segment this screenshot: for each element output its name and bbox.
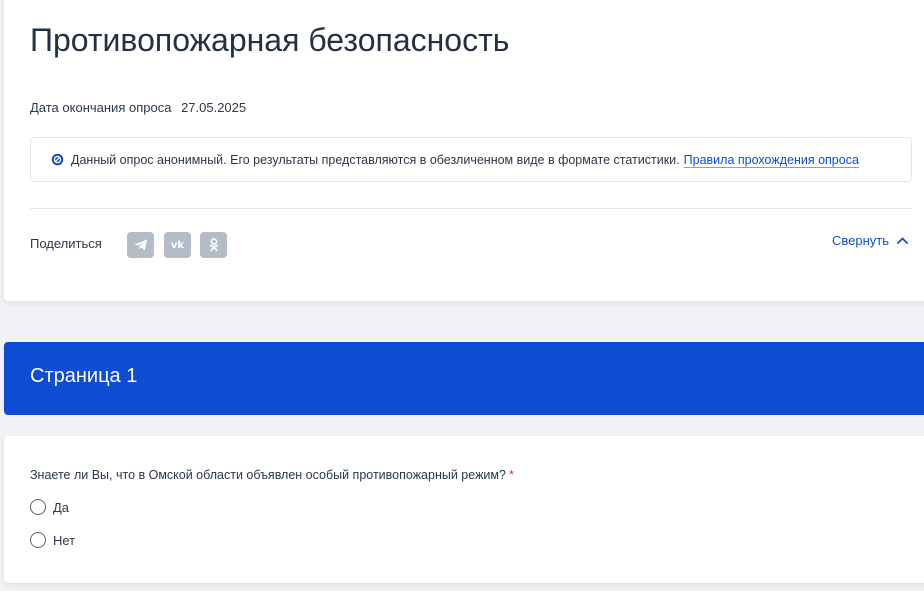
anonymous-icon [51, 153, 64, 166]
deadline-value: 27.05.2025 [181, 100, 247, 115]
option-label: Да [53, 499, 70, 515]
survey-deadline: Дата окончания опроса 27.05.2025 [30, 100, 246, 115]
odnoklassniki-icon [209, 238, 218, 252]
notice-text: Данный опрос анонимный. Его результаты п… [71, 152, 680, 167]
survey-rules-link[interactable]: Правила прохождения опроса [684, 153, 859, 167]
telegram-icon [134, 239, 147, 251]
page-title: Страница 1 [30, 365, 138, 387]
page-banner: Страница 1 [4, 342, 924, 415]
deadline-label: Дата окончания опроса [30, 100, 172, 115]
collapse-label: Свернуть [831, 233, 889, 248]
chevron-up-icon [897, 237, 908, 244]
option-no[interactable]: Нет [30, 532, 75, 548]
option-yes[interactable]: Да [30, 499, 69, 515]
survey-header-card: Противопожарная безопасность Дата оконча… [4, 0, 924, 301]
collapse-button[interactable]: Свернуть [832, 233, 908, 248]
radio-button[interactable] [30, 532, 46, 548]
share-vk-button[interactable]: vk [164, 232, 191, 258]
share-label: Поделиться [30, 236, 102, 251]
vk-icon: vk [170, 239, 185, 251]
required-mark: * [508, 468, 514, 482]
anonymity-notice: Данный опрос анонимный. Его результаты п… [30, 137, 912, 182]
question-label: Знаете ли Вы, что в Омской области объяв… [30, 468, 506, 482]
survey-title: Противопожарная безопасность [30, 22, 510, 58]
radio-button[interactable] [30, 499, 46, 515]
question-text: Знаете ли Вы, что в Омской области объяв… [30, 468, 514, 482]
share-telegram-button[interactable] [127, 232, 154, 258]
question-card: Знаете ли Вы, что в Омской области объяв… [4, 436, 924, 583]
share-odnoklassniki-button[interactable] [200, 232, 227, 258]
divider [30, 208, 912, 209]
option-label: Нет [53, 532, 76, 548]
